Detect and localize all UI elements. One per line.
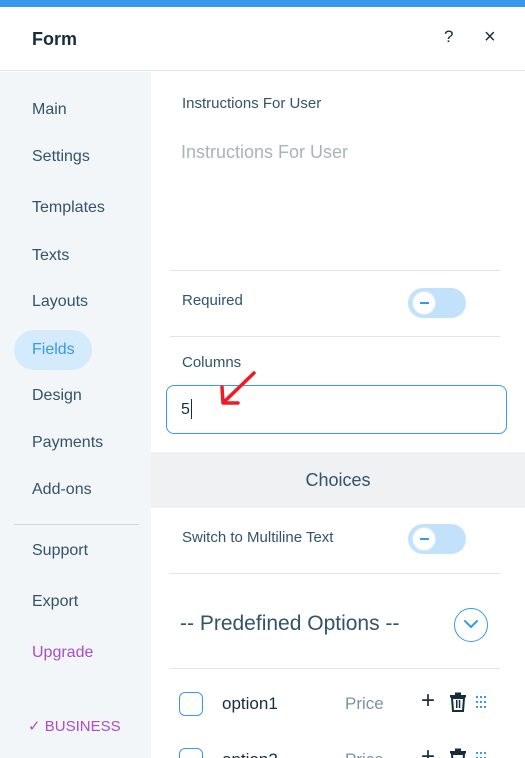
sidebar-item-upgrade[interactable]: Upgrade [14, 633, 111, 673]
instructions-label: Instructions For User [182, 95, 322, 112]
toggle-knob [412, 527, 436, 551]
choices-section-header: Choices [151, 452, 525, 508]
sidebar-item-export[interactable]: Export [14, 582, 96, 622]
predefined-options-label: -- Predefined Options -- [180, 612, 400, 635]
sidebar-item-texts[interactable]: Texts [14, 236, 87, 276]
multiline-toggle[interactable] [408, 524, 466, 554]
predefined-options-dropdown[interactable] [454, 608, 488, 642]
divider [170, 668, 500, 669]
drag-handle-icon[interactable] [475, 695, 487, 709]
top-accent-bar [0, 0, 525, 7]
sidebar-item-add-ons[interactable]: Add-ons [14, 470, 110, 510]
trash-icon[interactable] [449, 692, 467, 712]
option-checkbox[interactable] [179, 748, 203, 758]
sidebar-item-fields[interactable]: Fields [14, 330, 92, 370]
text-caret [191, 399, 192, 419]
sidebar-divider [14, 524, 139, 525]
option-checkbox[interactable] [179, 692, 203, 716]
choices-title: Choices [305, 470, 371, 490]
sidebar-item-support[interactable]: Support [14, 531, 106, 571]
help-icon[interactable]: ? [444, 27, 453, 47]
sidebar-item-settings[interactable]: Settings [14, 137, 108, 177]
multiline-label: Switch to Multiline Text [182, 529, 334, 546]
required-label: Required [182, 292, 243, 309]
required-toggle[interactable] [408, 288, 466, 318]
sidebar-item-templates[interactable]: Templates [14, 188, 123, 228]
trash-icon[interactable] [449, 748, 467, 758]
option-name[interactable]: option1 [222, 694, 278, 714]
drag-handle-icon[interactable] [475, 751, 487, 758]
chevron-down-icon [464, 620, 478, 628]
sidebar-item-design[interactable]: Design [14, 376, 100, 416]
sidebar-item-main[interactable]: Main [14, 90, 85, 130]
close-icon[interactable]: × [484, 26, 496, 49]
option-name[interactable]: option2 [222, 750, 278, 758]
list-item: option1 Price + [151, 686, 525, 722]
option-price[interactable]: Price [345, 694, 384, 714]
divider [170, 573, 500, 574]
panel-title: Form [32, 29, 77, 49]
sidebar-item-layouts[interactable]: Layouts [14, 282, 106, 322]
divider [170, 270, 500, 271]
annotation-arrow-icon [220, 371, 256, 405]
panel-header: Form ? × [0, 7, 525, 71]
fields-settings-panel: Instructions For User Instructions For U… [151, 72, 525, 758]
sidebar: Main Settings Templates Texts Layouts Fi… [0, 72, 151, 758]
add-option-icon[interactable]: + [421, 744, 435, 758]
add-option-icon[interactable]: + [421, 688, 435, 714]
list-item: option2 Price + [151, 742, 525, 758]
plan-badge[interactable]: ✓ BUSINESS [28, 717, 121, 735]
sidebar-item-payments[interactable]: Payments [14, 423, 121, 463]
option-price[interactable]: Price [345, 750, 384, 758]
toggle-knob [412, 291, 436, 315]
divider [170, 336, 500, 337]
instructions-field[interactable]: Instructions For User [181, 142, 348, 163]
